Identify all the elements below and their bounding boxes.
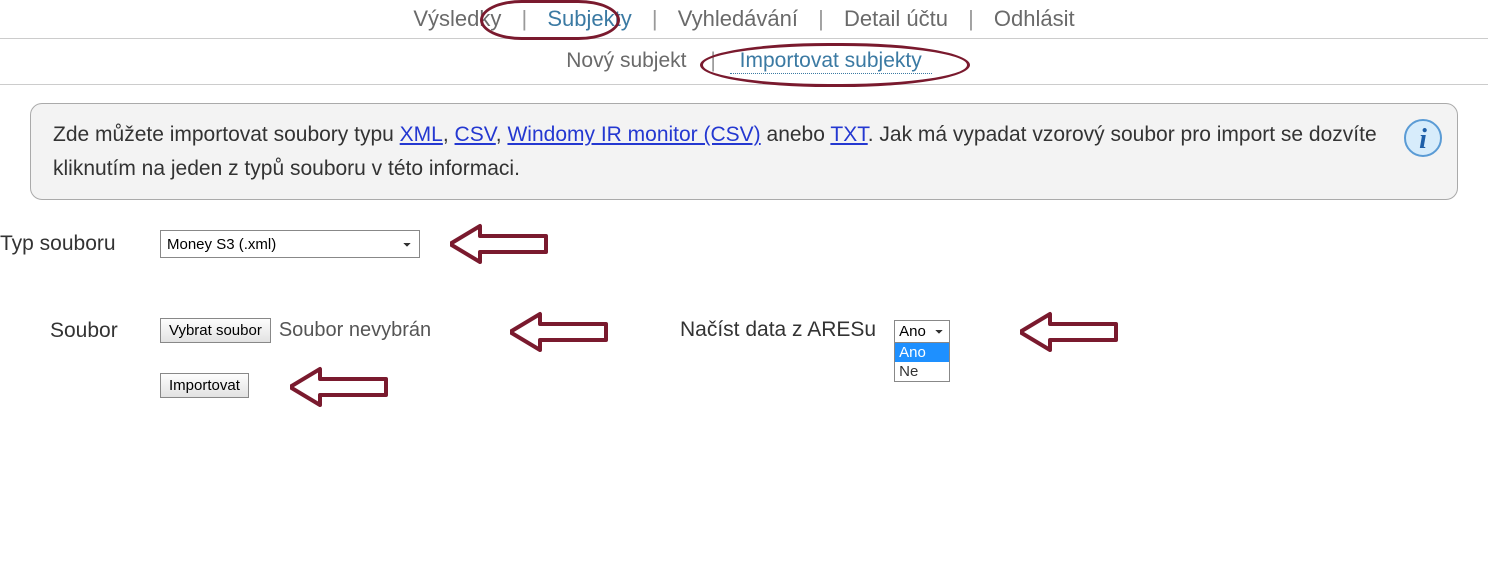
subnav-link-novy-subjekt[interactable]: Nový subjekt <box>556 49 696 73</box>
file-status-text: Soubor nevybrán <box>279 319 431 342</box>
row-import: Importovat <box>0 373 1488 398</box>
row-file: Soubor Vybrat soubor Soubor nevybrán Nač… <box>0 318 1488 343</box>
annotation-arrow <box>510 310 610 354</box>
form-area: Typ souboru Money S3 (.xml) Soubor Vybra… <box>0 200 1488 398</box>
choose-file-button[interactable]: Vybrat soubor <box>160 318 271 343</box>
infobox-sep: anebo <box>761 123 831 146</box>
main-nav: Výsledky | Subjekty | Vyhledávání | Deta… <box>0 0 1488 39</box>
info-icon: i <box>1403 118 1443 158</box>
dropdown-option-yes[interactable]: Ano <box>895 343 949 362</box>
sub-nav: Nový subjekt | Importovat subjekty <box>0 39 1488 85</box>
infobox-sep: , <box>443 123 455 146</box>
infobox-sep: . <box>868 123 874 146</box>
label-ares: Načíst data z ARESu <box>680 318 876 342</box>
nav-link-vyhledavani[interactable]: Vyhledávání <box>668 6 808 32</box>
subnav-separator: | <box>702 49 723 73</box>
subnav-link-importovat-subjekty[interactable]: Importovat subjekty <box>730 49 932 74</box>
nav-separator: | <box>964 6 978 32</box>
infobox-text: Zde můžete importovat soubory typu <box>53 123 400 146</box>
annotation-arrow <box>290 365 390 409</box>
link-windomy[interactable]: Windomy IR monitor (CSV) <box>507 123 760 146</box>
import-button[interactable]: Importovat <box>160 373 249 398</box>
svg-text:i: i <box>1419 124 1427 155</box>
select-file-type[interactable]: Money S3 (.xml) <box>160 230 420 258</box>
label-type: Typ souboru <box>0 232 160 256</box>
nav-separator: | <box>814 6 828 32</box>
annotation-arrow <box>1020 310 1120 354</box>
row-file-type: Typ souboru Money S3 (.xml) <box>0 230 1488 258</box>
label-file: Soubor <box>0 319 160 343</box>
infobox-sep: , <box>496 123 508 146</box>
nav-link-vysledky[interactable]: Výsledky <box>403 6 511 32</box>
link-xml[interactable]: XML <box>400 123 443 146</box>
nav-separator: | <box>518 6 532 32</box>
select-ares[interactable]: Ano <box>894 320 950 344</box>
annotation-arrow <box>450 222 550 266</box>
infobox-wrap: Zde můžete importovat soubory typu XML, … <box>0 85 1488 200</box>
link-txt[interactable]: TXT <box>830 123 867 146</box>
nav-link-detail-uctu[interactable]: Detail účtu <box>834 6 958 32</box>
ares-block: Načíst data z ARESu Ano Ano Ne <box>680 318 950 344</box>
nav-link-subjekty[interactable]: Subjekty <box>537 6 641 32</box>
nav-separator: | <box>648 6 662 32</box>
nav-link-odhlasit[interactable]: Odhlásit <box>984 6 1085 32</box>
infobox: Zde můžete importovat soubory typu XML, … <box>30 103 1458 200</box>
link-csv[interactable]: CSV <box>455 123 496 146</box>
